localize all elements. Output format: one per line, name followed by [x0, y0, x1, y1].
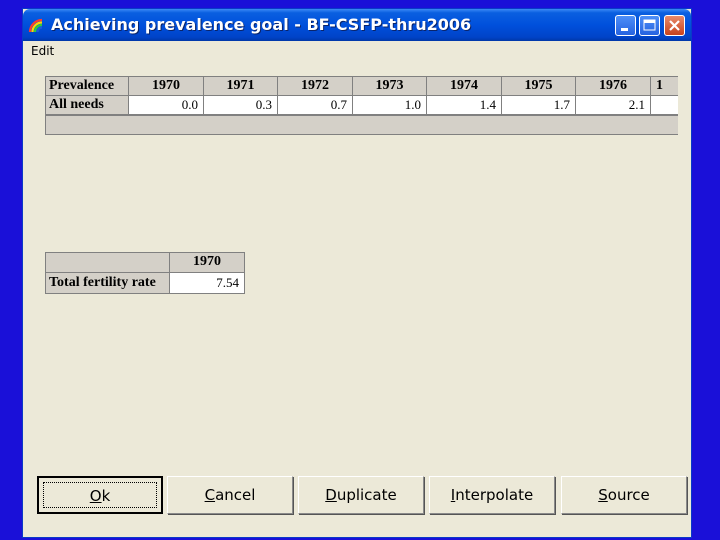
year-header: 1973 [353, 77, 427, 96]
maximize-icon [643, 19, 656, 31]
value-cell[interactable]: 1.0 [353, 96, 427, 115]
interpolate-button[interactable]: Interpolate [429, 476, 555, 514]
row-label-tfr: Total fertility rate [46, 273, 170, 294]
value-cell[interactable]: 1.7 [502, 96, 576, 115]
cancel-button[interactable]: Cancel [167, 476, 293, 514]
row-label-all-needs: All needs [46, 96, 129, 115]
value-cell[interactable]: 2.1 [576, 96, 651, 115]
cancel-button-label: Cancel [204, 486, 256, 504]
duplicate-button[interactable]: Duplicate [298, 476, 424, 514]
value-cell[interactable]: 0.0 [129, 96, 204, 115]
tfr-year-header: 1970 [170, 253, 245, 273]
tfr-value-cell[interactable]: 7.54 [170, 273, 245, 294]
year-header: 1971 [204, 77, 278, 96]
year-header: 1974 [427, 77, 502, 96]
rainbow-app-icon [28, 18, 43, 33]
year-header: 1976 [576, 77, 651, 96]
minimize-icon [621, 28, 628, 31]
year-header: 1972 [278, 77, 353, 96]
close-icon [669, 20, 680, 31]
interpolate-button-label: Interpolate [450, 486, 534, 504]
dialog-window: Achieving prevalence goal - BF-CSFP-thru… [22, 8, 692, 538]
horizontal-scrollbar[interactable] [46, 115, 678, 134]
title-bar[interactable]: Achieving prevalence goal - BF-CSFP-thru… [23, 9, 691, 41]
year-header: 1975 [502, 77, 576, 96]
year-header: 1 [651, 77, 678, 96]
maximize-button[interactable] [639, 15, 660, 36]
close-button[interactable] [664, 15, 685, 36]
prevalence-grid: Prevalence 1970 1971 1972 1973 1974 1975… [45, 76, 678, 135]
prevalence-corner-label: Prevalence [46, 77, 129, 96]
value-cell[interactable]: 1.4 [427, 96, 502, 115]
source-button-label: Source [598, 486, 650, 504]
ok-button[interactable]: Ok [37, 476, 163, 514]
year-header: 1970 [129, 77, 204, 96]
value-cell[interactable]: 0.7 [278, 96, 353, 115]
value-cell[interactable] [651, 96, 678, 115]
focus-rectangle [43, 482, 157, 508]
source-button[interactable]: Source [561, 476, 687, 514]
value-cell[interactable]: 0.3 [204, 96, 278, 115]
menu-bar: Edit [23, 41, 691, 61]
window-title: Achieving prevalence goal - BF-CSFP-thru… [51, 15, 472, 34]
tfr-corner-cell [46, 253, 170, 273]
minimize-button[interactable] [615, 15, 636, 36]
menu-edit[interactable]: Edit [31, 44, 54, 58]
duplicate-button-label: Duplicate [325, 486, 397, 504]
tfr-grid: 1970 Total fertility rate 7.54 [45, 252, 245, 294]
